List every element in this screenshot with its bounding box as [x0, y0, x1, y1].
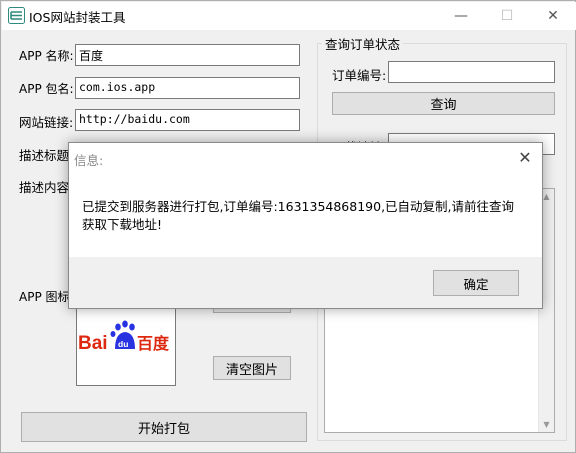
icon-label: APP 图标: [19, 290, 70, 304]
close-icon: ✕: [547, 8, 559, 24]
clear-image-button[interactable]: 清空图片: [213, 356, 291, 380]
svg-text:du: du: [118, 339, 128, 349]
clear-image-label: 清空图片: [225, 362, 278, 378]
scroll-down-icon[interactable]: ▼: [542, 420, 551, 429]
window-title: IOS网站封装工具: [29, 10, 126, 25]
info-dialog: 信息: ✕ 已提交到服务器进行打包,订单编号:1631354868190,已自动…: [68, 142, 543, 309]
dialog-close-button[interactable]: ✕: [514, 146, 536, 168]
query-button[interactable]: 查询: [332, 92, 555, 115]
start-pack-button[interactable]: 开始打包: [21, 412, 307, 442]
package-name-input[interactable]: com.ios.app: [75, 77, 300, 99]
order-number-input[interactable]: [388, 61, 555, 83]
dialog-message: 已提交到服务器进行打包,订单编号:1631354868190,已自动复制,请前往…: [82, 199, 515, 232]
baidu-logo-icon: Bai du 百度: [78, 320, 170, 354]
query-button-label: 查询: [430, 98, 457, 113]
svg-text:Bai: Bai: [78, 333, 108, 354]
url-label: 网站链接:: [19, 115, 74, 130]
close-icon: ✕: [518, 147, 532, 167]
minimize-button[interactable]: —: [438, 3, 484, 29]
dialog-footer: 确定: [69, 257, 542, 308]
maximize-icon: ☐: [500, 8, 514, 24]
app-name-input[interactable]: 百度: [75, 44, 300, 66]
app-icon-preview[interactable]: Bai du 百度: [76, 300, 176, 386]
close-button[interactable]: ✕: [530, 3, 576, 29]
start-pack-label: 开始打包: [137, 421, 190, 437]
dialog-title: 信息:: [74, 153, 104, 168]
app-name-label: APP 名称:: [19, 49, 74, 63]
order-number-label: 订单编号:: [332, 68, 387, 83]
maximize-button[interactable]: ☐: [484, 3, 530, 29]
scroll-up-icon[interactable]: ▲: [542, 192, 551, 201]
dialog-ok-label: 确定: [463, 276, 489, 292]
minimize-icon: —: [454, 8, 468, 24]
title-bar: IOS网站封装工具 — ☐ ✕: [2, 2, 576, 30]
main-window: IOS网站封装工具 — ☐ ✕ APP 名称: 百度 APP 包名: com.i…: [0, 0, 576, 453]
url-input[interactable]: http://baidu.com: [75, 109, 300, 131]
desc-title-label: 描述标题: [19, 148, 70, 163]
app-icon: [8, 7, 25, 24]
svg-text:百度: 百度: [137, 334, 170, 353]
query-group-title: 查询订单状态: [322, 34, 404, 53]
desc-content-label: 描述内容: [19, 180, 70, 195]
dialog-ok-button[interactable]: 确定: [433, 270, 519, 296]
package-name-label: APP 包名:: [19, 82, 74, 96]
